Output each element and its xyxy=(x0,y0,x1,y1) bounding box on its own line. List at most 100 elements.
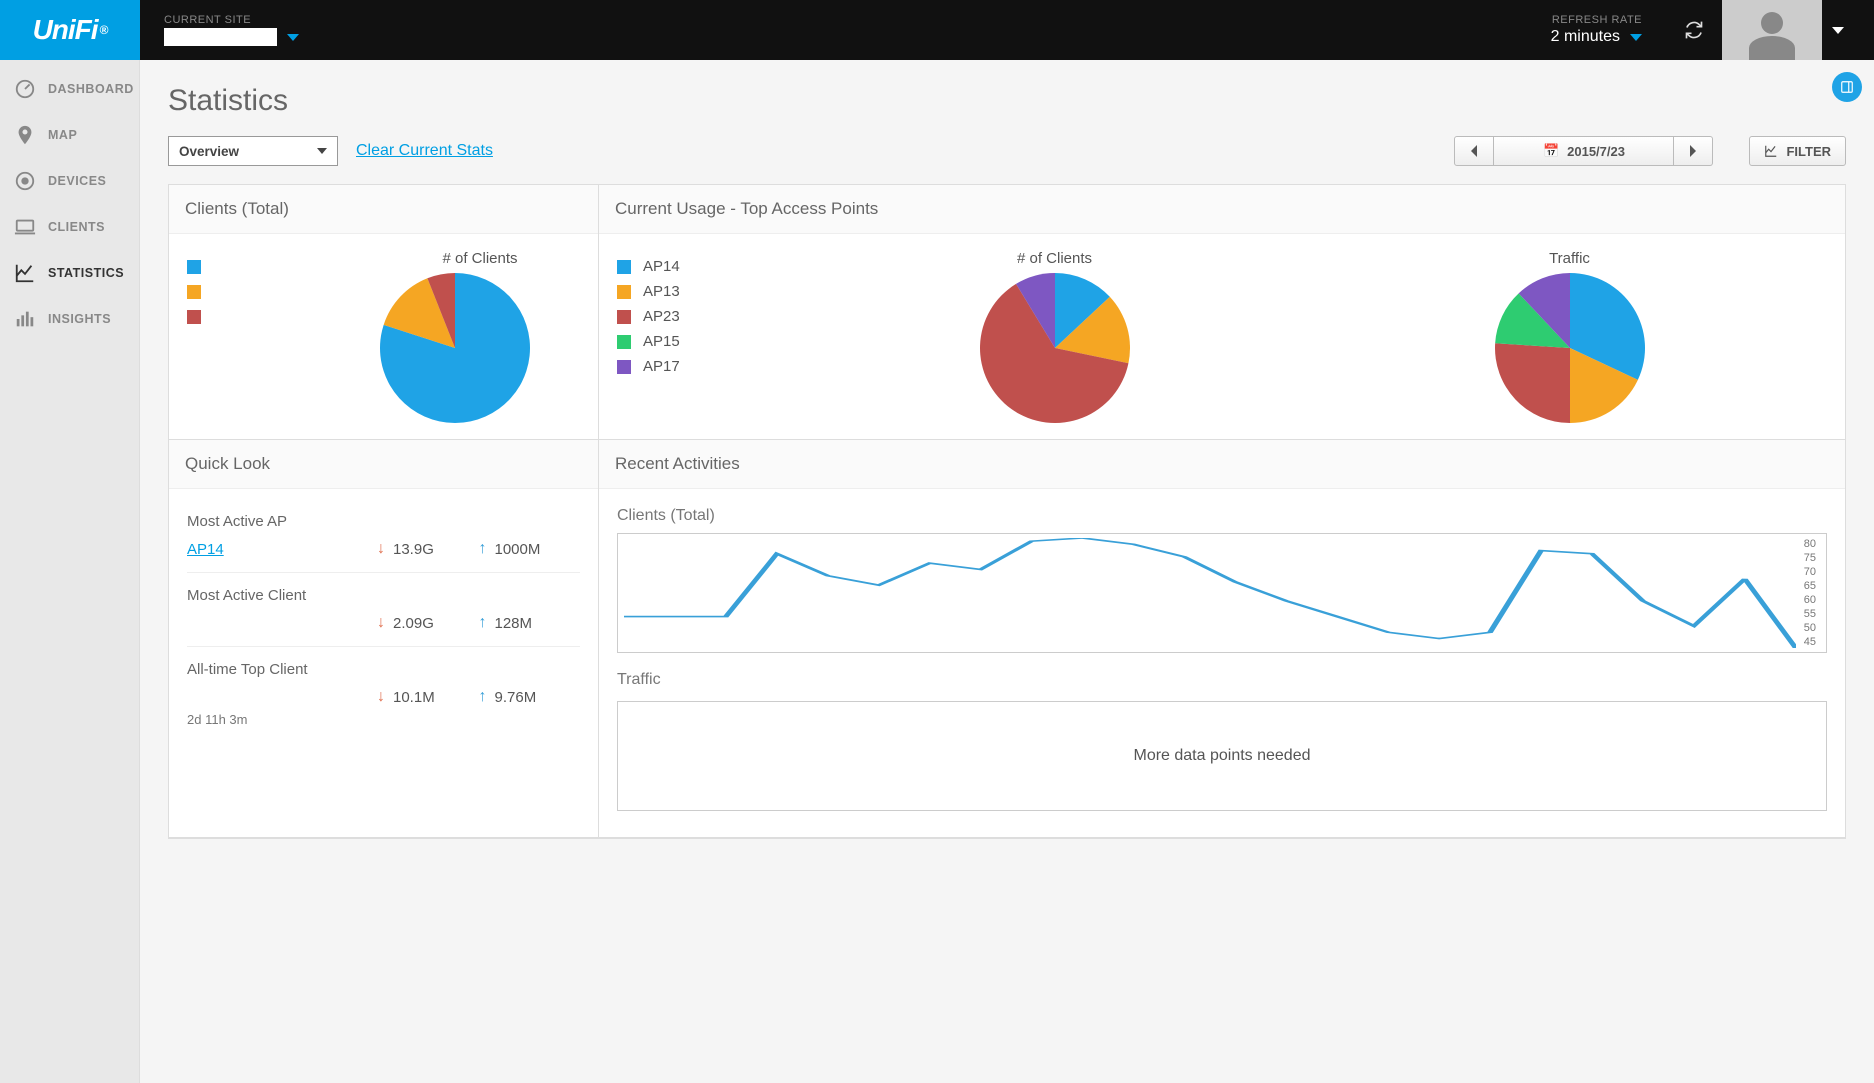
chart-title: # of Clients xyxy=(980,250,1130,267)
refresh-rate-selector[interactable]: REFRESH RATE 2 minutes xyxy=(1527,0,1666,60)
ql-most-active-client-link[interactable]: ███████████ xyxy=(187,615,377,632)
ql-down-value: 10.1M xyxy=(393,689,479,706)
date-prev-button[interactable] xyxy=(1454,136,1494,166)
filter-label: FILTER xyxy=(1786,144,1831,159)
color-swatch xyxy=(617,285,631,299)
filter-button[interactable]: FILTER xyxy=(1749,136,1846,166)
legend-item: ████ xyxy=(187,283,370,300)
avatar xyxy=(1722,0,1822,60)
clear-stats-link[interactable]: Clear Current Stats xyxy=(356,142,493,160)
ap-traffic-pie-chart xyxy=(1495,273,1645,423)
panel-toggle-button[interactable] xyxy=(1832,72,1862,102)
sidebar-item-map[interactable]: MAP xyxy=(0,112,139,158)
topbar: UniFi® CURRENT SITE ██████████ REFRESH R… xyxy=(0,0,1874,60)
legend-item: AP14 xyxy=(617,258,777,275)
gauge-icon xyxy=(14,78,36,100)
chevron-down-icon xyxy=(1630,34,1642,41)
legend-label: ████████ xyxy=(213,258,298,275)
calendar-icon: 📅 xyxy=(1543,143,1559,159)
arrow-up-icon: ↑ xyxy=(479,614,487,632)
color-swatch xyxy=(187,285,201,299)
ap-clients-pie-chart xyxy=(980,273,1130,423)
color-swatch xyxy=(617,260,631,274)
legend-label: AP13 xyxy=(643,283,680,300)
clients-timeline-chart: 8075706560555045 xyxy=(617,533,1827,653)
date-next-button[interactable] xyxy=(1674,136,1713,166)
quick-look-panel: Quick Look Most Active AP AP14 ↓ 13.9G ↑… xyxy=(169,440,599,838)
pin-icon xyxy=(14,124,36,146)
view-select[interactable]: Overview xyxy=(168,136,338,166)
legend-item: AP15 xyxy=(617,333,777,350)
recent-activities-panel: Recent Activities Clients (Total) 807570… xyxy=(599,440,1845,838)
arrow-down-icon: ↓ xyxy=(377,540,385,558)
ql-most-active-ap-link[interactable]: AP14 xyxy=(187,541,377,558)
legend-item: ████████ xyxy=(187,308,370,325)
clients-total-panel: Clients (Total) ████████████████████ # o… xyxy=(169,185,599,440)
sidebar: DASHBOARD MAP DEVICES CLIENTS STATISTICS… xyxy=(0,60,140,1083)
color-swatch xyxy=(187,260,201,274)
ql-most-active-client-label: Most Active Client xyxy=(187,587,580,604)
chart-title: Traffic xyxy=(1495,250,1645,267)
refresh-icon[interactable] xyxy=(1666,0,1722,60)
arrow-up-icon: ↑ xyxy=(479,540,487,558)
traffic-placeholder: More data points needed xyxy=(617,701,1827,811)
ql-alltime-top-link[interactable]: ██████████ xyxy=(187,689,377,706)
panel-title: Quick Look xyxy=(169,440,598,489)
ql-up-value: 9.76M xyxy=(495,689,581,706)
disc-icon xyxy=(14,170,36,192)
user-menu[interactable] xyxy=(1722,0,1874,60)
color-swatch xyxy=(617,335,631,349)
ql-up-value: 1000M xyxy=(495,541,581,558)
arrow-down-icon: ↓ xyxy=(377,614,385,632)
arrow-up-icon: ↑ xyxy=(479,688,487,706)
legend-label: AP15 xyxy=(643,333,680,350)
color-swatch xyxy=(617,310,631,324)
recent-clients-label: Clients (Total) xyxy=(617,507,1827,525)
date-display[interactable]: 📅 2015/7/23 xyxy=(1494,136,1674,166)
legend-label: AP17 xyxy=(643,358,680,375)
sidebar-item-label: STATISTICS xyxy=(48,266,124,280)
refresh-rate-value: 2 minutes xyxy=(1551,28,1620,46)
panel-title: Current Usage - Top Access Points xyxy=(599,185,1845,234)
ql-down-value: 13.9G xyxy=(393,541,479,558)
current-site-value: ██████████ xyxy=(164,28,277,46)
main-content: Statistics Overview Clear Current Stats … xyxy=(140,60,1874,1083)
top-ap-legend: AP14 AP13 AP23 AP15 AP17 xyxy=(617,250,777,383)
clients-legend: ████████████████████ xyxy=(187,250,370,423)
legend-item: ████████ xyxy=(187,258,370,275)
arrow-down-icon: ↓ xyxy=(377,688,385,706)
sidebar-item-label: DEVICES xyxy=(48,174,106,188)
color-swatch xyxy=(617,360,631,374)
legend-item: AP17 xyxy=(617,358,777,375)
legend-label: ████████ xyxy=(213,308,298,325)
sidebar-item-statistics[interactable]: STATISTICS xyxy=(0,250,139,296)
legend-label: AP14 xyxy=(643,258,680,275)
page-title: Statistics xyxy=(168,84,1846,118)
sidebar-item-dashboard[interactable]: DASHBOARD xyxy=(0,66,139,112)
sidebar-item-label: INSIGHTS xyxy=(48,312,111,326)
legend-item: AP13 xyxy=(617,283,777,300)
chart-line-icon xyxy=(14,262,36,284)
laptop-icon xyxy=(14,216,36,238)
bars-icon xyxy=(14,308,36,330)
sidebar-item-label: CLIENTS xyxy=(48,220,105,234)
current-site-selector[interactable]: CURRENT SITE ██████████ xyxy=(140,0,323,60)
date-pager: 📅 2015/7/23 xyxy=(1454,136,1713,166)
clients-pie-chart xyxy=(380,273,530,423)
view-select-value: Overview xyxy=(179,144,239,159)
legend-label: AP23 xyxy=(643,308,680,325)
chevron-down-icon xyxy=(287,34,299,41)
chart-title: # of Clients xyxy=(380,250,580,267)
sidebar-item-label: MAP xyxy=(48,128,77,142)
brand-logo: UniFi® xyxy=(0,0,140,60)
filter-icon xyxy=(1764,144,1778,158)
sidebar-item-clients[interactable]: CLIENTS xyxy=(0,204,139,250)
chevron-down-icon xyxy=(317,148,327,154)
sidebar-item-devices[interactable]: DEVICES xyxy=(0,158,139,204)
panel-title: Clients (Total) xyxy=(169,185,598,234)
sidebar-item-label: DASHBOARD xyxy=(48,82,134,96)
legend-label: ████ xyxy=(213,283,256,300)
y-axis-ticks: 8075706560555045 xyxy=(1796,538,1820,648)
sidebar-item-insights[interactable]: INSIGHTS xyxy=(0,296,139,342)
ql-up-value: 128M xyxy=(495,615,581,632)
